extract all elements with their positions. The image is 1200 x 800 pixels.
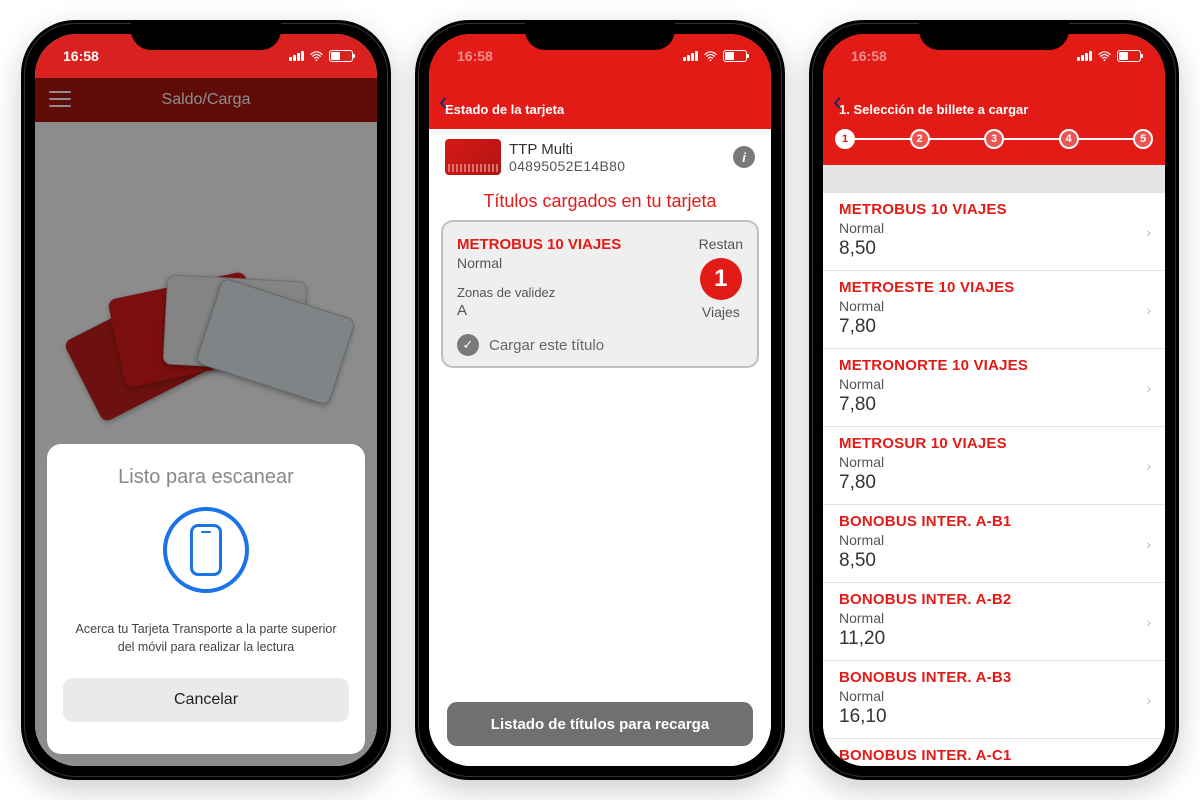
scan-title: Listo para escanear xyxy=(118,466,294,489)
status-time: 16:58 xyxy=(851,48,887,64)
ticket-price: 8,50 xyxy=(839,238,1149,260)
load-ticket-label: Cargar este título xyxy=(489,337,604,354)
ticket-card: METROBUS 10 VIAJES Normal Zonas de valid… xyxy=(441,220,759,368)
status-time: 16:58 xyxy=(63,48,99,64)
phone-icon xyxy=(190,524,222,576)
ticket-price: 11,20 xyxy=(839,628,1149,650)
back-button[interactable]: ‹ xyxy=(439,86,448,117)
list-tickets-button[interactable]: Listado de títulos para recarga xyxy=(447,702,753,746)
step-connector xyxy=(1004,138,1059,140)
ticket-price: 7,80 xyxy=(839,316,1149,338)
device-mockup-2: 16:58 ◀ App Store ‹ Estado de la tarjeta… xyxy=(415,20,785,780)
step-connector xyxy=(930,138,985,140)
step-3[interactable]: 3 xyxy=(984,129,1004,149)
ticket-subtype: Normal xyxy=(839,220,1149,236)
zone-label: Zonas de validez xyxy=(457,285,699,300)
device-mockup-3: 16:58 ◀ App Store ‹ 1. Selección de bill… xyxy=(809,20,1179,780)
step-5[interactable]: 5 xyxy=(1133,129,1153,149)
chevron-right-icon: › xyxy=(1146,692,1151,708)
ticket-name: METROBUS 10 VIAJES xyxy=(839,201,1149,218)
info-icon[interactable]: i xyxy=(733,146,755,168)
step-4[interactable]: 4 xyxy=(1059,129,1079,149)
stepper: 1 2 3 4 5 xyxy=(823,123,1165,159)
ticket-subtype: Normal xyxy=(839,454,1149,470)
chevron-right-icon: › xyxy=(1146,536,1151,552)
chevron-right-icon: › xyxy=(1146,224,1151,240)
chevron-right-icon: › xyxy=(1146,380,1151,396)
ticket-option[interactable]: METRONORTE 10 VIAJES Normal 7,80› xyxy=(823,349,1165,427)
card-summary-row: TTP Multi 04895052E14B80 i xyxy=(439,135,761,179)
status-icons xyxy=(289,50,353,62)
step-2[interactable]: 2 xyxy=(910,129,930,149)
cancel-button[interactable]: Cancelar xyxy=(63,678,349,722)
section-title: 1. Selección de billete a cargar xyxy=(823,78,1165,123)
remaining-label: Restan xyxy=(699,236,743,252)
ticket-subtype: Normal xyxy=(839,610,1149,626)
ticket-name: METROBUS 10 VIAJES xyxy=(457,236,699,253)
ticket-price: 7,80 xyxy=(839,394,1149,416)
status-time: 16:58 xyxy=(457,48,493,64)
chevron-right-icon: › xyxy=(1146,458,1151,474)
ticket-name: BONOBUS INTER. A-B1 xyxy=(839,513,1149,530)
back-button[interactable]: ‹ xyxy=(833,86,842,117)
ticket-option[interactable]: BONOBUS INTER. A-B2 Normal 11,20› xyxy=(823,583,1165,661)
scan-animation xyxy=(163,507,249,593)
ticket-option[interactable]: METROBUS 10 VIAJES Normal 8,50› xyxy=(823,193,1165,271)
wifi-icon xyxy=(703,50,718,62)
card-thumbnail xyxy=(445,139,501,175)
ticket-name: BONOBUS INTER. A-B2 xyxy=(839,591,1149,608)
trips-label: Viajes xyxy=(699,304,743,320)
step-connector xyxy=(855,138,910,140)
battery-icon xyxy=(329,50,353,62)
ticket-subtype: Normal xyxy=(839,298,1149,314)
scan-instruction: Acerca tu Tarjeta Transporte a la parte … xyxy=(63,621,349,656)
ticket-price: 8,50 xyxy=(839,550,1149,572)
ticket-subtype: Normal xyxy=(839,688,1149,704)
ticket-name: METROESTE 10 VIAJES xyxy=(839,279,1149,296)
ticket-option[interactable]: METROSUR 10 VIAJES Normal 7,80› xyxy=(823,427,1165,505)
ticket-name: BONOBUS INTER. A-C1 xyxy=(839,747,1149,764)
ticket-subtype: Normal xyxy=(839,532,1149,548)
ticket-price: 16,10 xyxy=(839,706,1149,728)
ticket-name: BONOBUS INTER. A-B3 xyxy=(839,669,1149,686)
ticket-option[interactable]: BONOBUS INTER. A-B1 Normal 8,50› xyxy=(823,505,1165,583)
status-icons xyxy=(1077,50,1141,62)
ticket-name: METRONORTE 10 VIAJES xyxy=(839,357,1149,374)
check-icon: ✓ xyxy=(457,334,479,356)
battery-icon xyxy=(1117,50,1141,62)
cellular-icon xyxy=(1077,51,1092,61)
card-number: 04895052E14B80 xyxy=(509,158,725,174)
spacer xyxy=(823,165,1165,193)
ticket-list[interactable]: METROBUS 10 VIAJESNormal8,50›METROESTE 1… xyxy=(823,193,1165,766)
ticket-option[interactable]: BONOBUS INTER. A-C1› xyxy=(823,739,1165,766)
nfc-scan-sheet: Listo para escanear Acerca tu Tarjeta Tr… xyxy=(47,444,365,754)
wifi-icon xyxy=(1097,50,1112,62)
chevron-right-icon: › xyxy=(1146,749,1151,765)
battery-icon xyxy=(723,50,747,62)
load-ticket-row[interactable]: ✓ Cargar este título xyxy=(457,320,743,356)
ticket-subtype: Normal xyxy=(457,255,699,271)
chevron-right-icon: › xyxy=(1146,614,1151,630)
ticket-name: METROSUR 10 VIAJES xyxy=(839,435,1149,452)
step-1[interactable]: 1 xyxy=(835,129,855,149)
ticket-price: 7,80 xyxy=(839,472,1149,494)
device-mockup-1: 16:58 Saldo/Carga Listo para escanear xyxy=(21,20,391,780)
ticket-subtype: Normal xyxy=(839,376,1149,392)
zone-value: A xyxy=(457,302,699,319)
cellular-icon xyxy=(289,51,304,61)
chevron-right-icon: › xyxy=(1146,302,1151,318)
section-title: Estado de la tarjeta xyxy=(429,78,771,123)
ticket-option[interactable]: METROESTE 10 VIAJES Normal 7,80› xyxy=(823,271,1165,349)
card-name: TTP Multi xyxy=(509,141,725,158)
wifi-icon xyxy=(309,50,324,62)
step-connector xyxy=(1079,138,1134,140)
status-icons xyxy=(683,50,747,62)
ticket-option[interactable]: BONOBUS INTER. A-B3 Normal 16,10› xyxy=(823,661,1165,739)
cellular-icon xyxy=(683,51,698,61)
loaded-tickets-title: Títulos cargados en tu tarjeta xyxy=(439,179,761,220)
trips-remaining-badge: 1 xyxy=(700,258,742,300)
